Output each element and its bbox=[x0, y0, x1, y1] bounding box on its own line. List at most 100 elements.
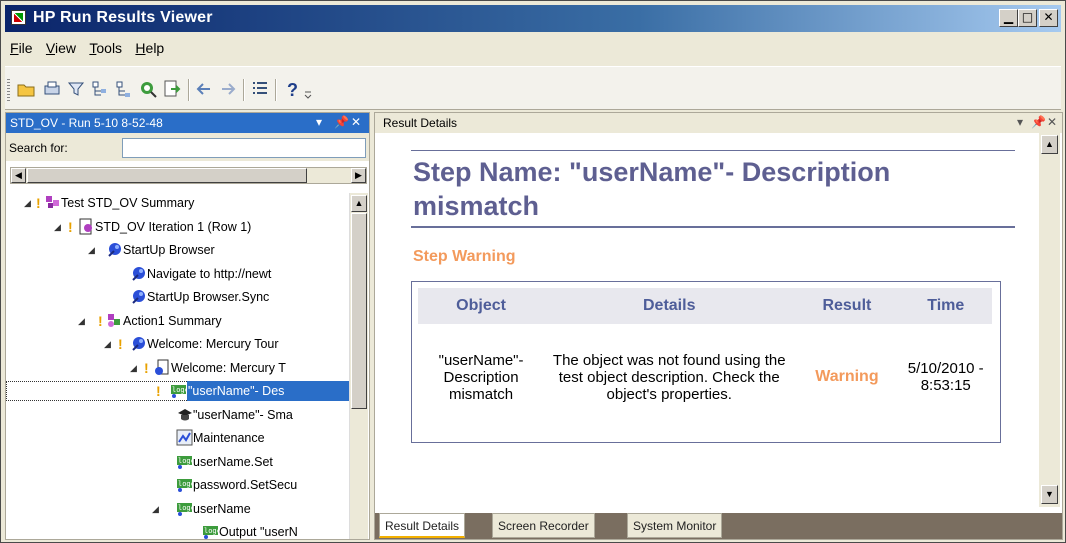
maintenance-icon bbox=[176, 429, 193, 446]
heading-rule bbox=[411, 226, 1015, 228]
tree-node-label: STD_OV Iteration 1 (Row 1) bbox=[95, 219, 252, 234]
run-tree-pane: STD_OV - Run 5-10 8-52-48 ▾ 📌 ✕ Search f… bbox=[5, 112, 370, 540]
action-icon bbox=[106, 312, 123, 329]
tree-node[interactable]: ◢! STD_OV Iteration 1 (Row 1) bbox=[6, 217, 349, 237]
cell-time: 5/10/2010 - 8:53:15 bbox=[907, 360, 984, 394]
expand-icon[interactable] bbox=[115, 80, 133, 98]
tree-node-label: "userName"- Des bbox=[187, 381, 349, 401]
tree-node[interactable]: ◢! Welcome: Mercury Tour bbox=[6, 334, 349, 354]
find-icon[interactable] bbox=[139, 80, 157, 98]
table-row: "userName"- Description mismatch The obj… bbox=[418, 324, 992, 430]
tree-node-label: Action1 Summary bbox=[123, 313, 222, 328]
toolbar: ? bbox=[5, 66, 1061, 110]
open-icon[interactable] bbox=[17, 80, 35, 98]
tab-system-monitor[interactable]: System Monitor bbox=[627, 513, 723, 538]
details-icon[interactable] bbox=[251, 80, 269, 98]
browser-icon bbox=[130, 288, 147, 305]
forward-icon[interactable] bbox=[219, 80, 237, 98]
tree-node[interactable]: logcuserName.Set bbox=[6, 452, 349, 472]
menu-bar: File View Tools Help bbox=[5, 38, 169, 58]
scroll-thumb[interactable] bbox=[27, 168, 307, 183]
tree-expander-icon[interactable]: ◢ bbox=[54, 217, 61, 237]
toolbar-separator bbox=[275, 79, 277, 101]
scroll-left-button[interactable]: ◀ bbox=[11, 168, 26, 183]
tree-expander-icon[interactable]: ◢ bbox=[24, 193, 31, 213]
search-row: Search for: bbox=[6, 133, 369, 161]
step-status: Step Warning bbox=[413, 248, 516, 265]
toolbar-grip[interactable] bbox=[7, 79, 10, 103]
menu-view[interactable]: View bbox=[41, 38, 81, 58]
tab-screen-recorder[interactable]: Screen Recorder bbox=[492, 513, 595, 538]
logic-icon: logc bbox=[176, 500, 195, 517]
tree-node[interactable]: logcOutput "userN bbox=[6, 522, 349, 539]
tree-node[interactable]: ! logc"userName"- Des bbox=[6, 381, 349, 401]
filter-icon[interactable] bbox=[67, 80, 85, 98]
browser-icon bbox=[130, 265, 147, 282]
tree-node[interactable]: ◢ StartUp Browser bbox=[6, 240, 349, 260]
search-label: Search for: bbox=[9, 141, 68, 155]
print-icon[interactable] bbox=[43, 80, 61, 98]
scroll-up-button[interactable]: ▲ bbox=[351, 195, 367, 212]
tree-expander-icon[interactable]: ◢ bbox=[152, 499, 159, 519]
toolbar-separator bbox=[243, 79, 245, 101]
tree-node-label: Test STD_OV Summary bbox=[61, 196, 195, 210]
pane-close-icon[interactable]: ✕ bbox=[1047, 115, 1057, 129]
tree-node[interactable]: ◢ logcuserName bbox=[6, 499, 349, 519]
pin-icon[interactable]: 📌 bbox=[334, 115, 349, 129]
pane-close-icon[interactable]: ✕ bbox=[351, 115, 361, 129]
warning-icon: ! bbox=[156, 383, 161, 399]
svg-text:?: ? bbox=[287, 80, 298, 98]
title-bar[interactable]: HP Run Results Viewer ▁ □ ✕ bbox=[5, 5, 1061, 32]
maximize-icon: □ bbox=[1021, 10, 1034, 24]
svg-text:logc: logc bbox=[204, 527, 219, 535]
tree-node[interactable]: Navigate to http://newt bbox=[6, 264, 349, 284]
minimize-button[interactable]: ▁ bbox=[999, 9, 1018, 27]
menu-help[interactable]: Help bbox=[130, 38, 169, 58]
browser-icon bbox=[106, 241, 123, 258]
close-button[interactable]: ✕ bbox=[1039, 9, 1058, 27]
maximize-button[interactable]: □ bbox=[1018, 9, 1037, 27]
menu-file[interactable]: File bbox=[5, 38, 38, 58]
scroll-up-button[interactable]: ▲ bbox=[1041, 135, 1058, 154]
tree-expander-icon[interactable]: ◢ bbox=[78, 311, 85, 331]
test-summary-icon bbox=[44, 194, 61, 211]
tree-expander-icon[interactable]: ◢ bbox=[130, 358, 137, 378]
heading-rule bbox=[411, 150, 1015, 151]
tree-expander-icon[interactable]: ◢ bbox=[104, 334, 111, 354]
toolbar-overflow-icon[interactable] bbox=[303, 89, 313, 99]
back-icon[interactable] bbox=[195, 80, 213, 98]
tree-node[interactable]: "userName"- Sma bbox=[6, 405, 349, 425]
pane-dropdown-icon[interactable]: ▾ bbox=[1017, 115, 1023, 129]
horizontal-scrollbar[interactable]: ◀ ▶ bbox=[10, 167, 367, 184]
cell-object: "userName"- Description mismatch bbox=[438, 351, 524, 403]
tree-node[interactable]: logcpassword.SetSecu bbox=[6, 475, 349, 495]
details-vertical-scrollbar[interactable]: ▲ ▼ bbox=[1039, 133, 1060, 507]
pin-icon[interactable]: 📌 bbox=[1031, 115, 1046, 129]
tab-result-details[interactable]: Result Details bbox=[379, 513, 466, 538]
scroll-right-button[interactable]: ▶ bbox=[351, 168, 366, 183]
vertical-scrollbar[interactable]: ▲ bbox=[349, 193, 368, 539]
smart-id-icon bbox=[176, 406, 193, 423]
cell-result: Warning bbox=[815, 368, 879, 385]
search-input[interactable] bbox=[122, 138, 366, 158]
logic-icon: logc bbox=[170, 382, 189, 399]
scroll-down-button[interactable]: ▼ bbox=[1041, 485, 1058, 504]
menu-tools[interactable]: Tools bbox=[84, 38, 127, 58]
result-details-title: Result Details bbox=[383, 116, 458, 130]
help-icon[interactable]: ? bbox=[283, 80, 301, 98]
tree-expander-icon[interactable]: ◢ bbox=[88, 240, 95, 260]
tree-node[interactable]: ◢! Welcome: Mercury T bbox=[6, 358, 349, 378]
page-icon bbox=[154, 359, 171, 376]
tree-node[interactable]: ◢! Test STD_OV Summary bbox=[6, 193, 349, 213]
column-header-time: Time bbox=[899, 288, 992, 324]
collapse-icon[interactable] bbox=[91, 80, 109, 98]
pane-dropdown-icon[interactable]: ▾ bbox=[316, 115, 322, 129]
tree-node[interactable]: StartUp Browser.Sync bbox=[6, 287, 349, 307]
export-icon[interactable] bbox=[163, 80, 181, 98]
scroll-thumb[interactable] bbox=[351, 213, 367, 409]
column-header-details: Details bbox=[544, 288, 795, 324]
warning-icon: ! bbox=[118, 336, 123, 352]
details-box: Object Details Result Time "userName"- D… bbox=[411, 281, 1001, 443]
tree-node[interactable]: ◢! Action1 Summary bbox=[6, 311, 349, 331]
tree-node[interactable]: Maintenance bbox=[6, 428, 349, 448]
